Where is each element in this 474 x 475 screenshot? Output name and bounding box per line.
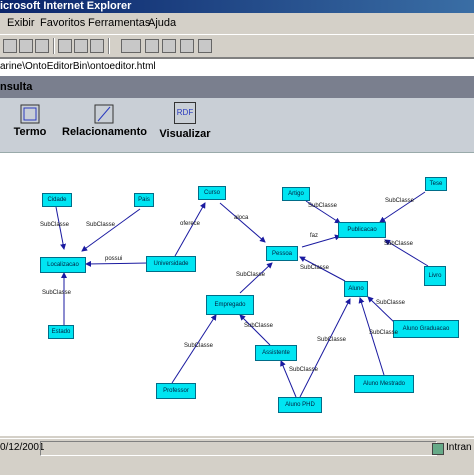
edge-label-subclasse: SubClasse	[40, 222, 70, 228]
edge-cidade-localizacao	[55, 206, 67, 250]
termo-label: Termo	[13, 126, 47, 138]
edge-label-subclasse: SubClasse	[184, 343, 214, 349]
visualizar-label: Visualizar	[159, 128, 211, 140]
node-estado[interactable]: Estado	[48, 325, 74, 339]
rdf-icon: RDF	[174, 102, 196, 124]
ontology-canvas[interactable]: Cidade Pais Curso Artigo Tese Publicacao…	[0, 153, 474, 436]
menu-favoritos[interactable]: Favoritos	[40, 14, 85, 32]
edge-label-subclasse: SubClasse	[308, 203, 338, 209]
history-icon[interactable]	[90, 39, 104, 53]
edge-label-subclasse: SubClasse	[376, 300, 406, 306]
node-livro[interactable]: Livro	[424, 266, 446, 286]
node-artigo[interactable]: Artigo	[282, 187, 310, 201]
node-cidade[interactable]: Cidade	[42, 193, 72, 207]
status-zone: Intran	[446, 442, 472, 453]
node-aluno-mestrado[interactable]: Aluno Mestrado	[354, 375, 414, 393]
panel-title: nsulta	[0, 81, 33, 93]
node-localizacao[interactable]: Localizacao	[40, 257, 86, 273]
browser-toolbar	[0, 34, 474, 58]
edge-empregado-pessoa	[239, 262, 273, 294]
visualizar-button[interactable]: RDF Visualizar	[158, 102, 212, 140]
edge-label-possui: possui	[105, 256, 123, 262]
node-curso[interactable]: Curso	[198, 186, 226, 200]
edge-tese-publicacao	[379, 191, 426, 223]
window-titlebar: icrosoft Internet Explorer	[0, 0, 474, 13]
edge-label-subclasse: SubClasse	[236, 272, 266, 278]
edge-label-subclasse: SubClasse	[369, 330, 399, 336]
node-aluno[interactable]: Aluno	[344, 281, 368, 297]
node-pais[interactable]: Pais	[134, 193, 154, 207]
edge-label-aloca: aloca	[234, 215, 249, 221]
edge-label-subclasse: SubClasse	[244, 323, 274, 329]
address-bar[interactable]: arine\OntoEditorBin\ontoeditor.html	[0, 58, 474, 76]
menu-bar: Exibir Favoritos Ferramentas Ajuda	[0, 14, 474, 32]
node-pessoa[interactable]: Pessoa	[266, 246, 298, 261]
favorites-icon[interactable]	[74, 39, 88, 53]
discuss-icon[interactable]	[180, 39, 194, 53]
stop-icon[interactable]	[3, 39, 17, 53]
print-icon[interactable]	[145, 39, 159, 53]
menu-exibir[interactable]: Exibir	[7, 14, 35, 32]
menu-ajuda[interactable]: Ajuda	[148, 14, 176, 32]
node-aluno-phd[interactable]: Aluno PHD	[278, 397, 322, 413]
edge-label-oferece: oferece	[180, 221, 201, 227]
node-tese[interactable]: Tese	[425, 177, 447, 191]
edit-icon[interactable]	[162, 39, 176, 53]
edge-label-subclasse: SubClasse	[317, 337, 347, 343]
edge-universidade-curso	[174, 202, 206, 257]
edge-universidade-localizacao	[85, 260, 149, 267]
rectangle-icon	[20, 104, 40, 124]
panel-header: nsulta	[0, 76, 474, 98]
edge-pais-localizacao	[81, 208, 141, 252]
toolbar-separator	[108, 38, 110, 54]
node-publicacao[interactable]: Publicacao	[338, 222, 386, 238]
intranet-zone-icon	[432, 443, 444, 455]
line-icon	[94, 104, 114, 124]
messenger-icon[interactable]	[198, 39, 212, 53]
home-icon[interactable]	[35, 39, 49, 53]
search-icon[interactable]	[58, 39, 72, 53]
relacionamento-button[interactable]: Relacionamento	[62, 102, 147, 138]
edge-label-subclasse: SubClasse	[42, 290, 72, 296]
relacionamento-label: Relacionamento	[62, 126, 147, 138]
node-aluno-graduacao[interactable]: Aluno Graduacao	[393, 320, 459, 338]
status-bar: 0/12/2001 Intran	[0, 438, 474, 475]
edge-curso-pessoa	[219, 202, 266, 243]
node-assistente[interactable]: Assistente	[255, 345, 297, 361]
mail-icon[interactable]	[121, 39, 141, 53]
node-professor[interactable]: Professor	[156, 383, 196, 399]
edge-label-subclasse: SubClasse	[385, 198, 415, 204]
node-empregado[interactable]: Empregado	[206, 295, 254, 315]
menu-ferramentas[interactable]: Ferramentas	[88, 14, 150, 32]
status-date: 0/12/2001	[0, 442, 45, 453]
address-value: arine\OntoEditorBin\ontoeditor.html	[0, 61, 156, 72]
toolbar-separator	[53, 38, 55, 54]
edge-label-subclasse: SubClasse	[289, 367, 319, 373]
edge-professor-empregado	[171, 314, 217, 384]
status-progress-field	[40, 441, 437, 456]
edge-label-faz: faz	[310, 233, 319, 239]
edge-alunophd-aluno	[299, 298, 351, 398]
edge-pessoa-publicacao	[301, 234, 341, 248]
edge-assistente-empregado	[239, 314, 271, 346]
tool-palette: Termo Relacionamento RDF Visualizar	[0, 98, 474, 153]
refresh-icon[interactable]	[19, 39, 33, 53]
edge-label-subclasse: SubClasse	[300, 265, 330, 271]
edge-label-subclasse: SubClasse	[384, 241, 414, 247]
window-title: icrosoft Internet Explorer	[0, 0, 132, 12]
termo-button[interactable]: Termo	[10, 102, 50, 138]
edge-label-subclasse: SubClasse	[86, 222, 116, 228]
node-universidade[interactable]: Universidade	[146, 256, 196, 272]
